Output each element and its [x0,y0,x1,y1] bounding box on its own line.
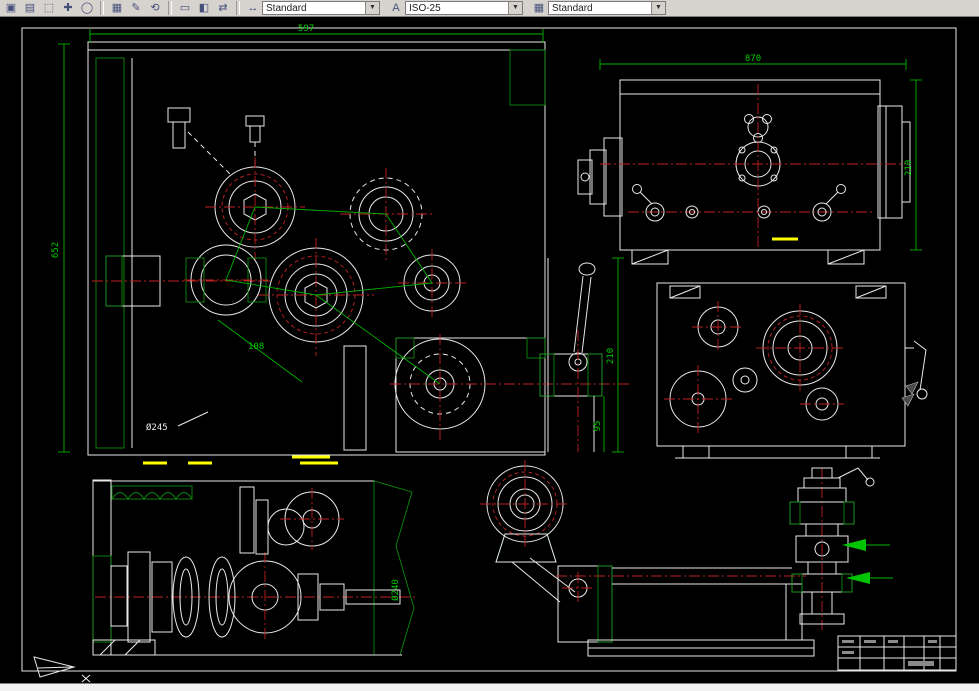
dim-style-value: Standard [266,2,307,14]
drawing-area[interactable]: 597 652 108 Ø245 210 95 870 210 Ø240 [0,17,979,683]
toolbar-separator [236,1,240,15]
dim-210-side-label: 210 [904,160,914,176]
title-block [837,635,957,671]
view-tensioner [480,460,815,657]
view-side-gears [656,282,928,459]
text-style-icon: A [392,1,400,14]
chevron-down-icon[interactable]: ▼ [651,2,665,14]
layer-states-icon[interactable]: ⬚ [40,1,58,16]
toolbar-separator [168,1,172,15]
view-plan: 870 210 [577,54,922,265]
view-shaft-section: Ø240 [92,479,415,656]
table-style-group: ▦ Standard ▼ [530,1,666,16]
sketch-icon[interactable]: ✎ [127,1,145,16]
view-clamp-detail [789,467,893,630]
text-style-combo[interactable]: ISO-25 ▼ [405,1,523,15]
dim-240-label: Ø240 [390,579,401,601]
dim-652-label: 652 [51,242,61,258]
properties-icon[interactable]: ▣ [2,1,20,16]
table-style-combo[interactable]: Standard ▼ [548,1,666,15]
chevron-down-icon[interactable]: ▼ [365,2,379,14]
chevron-down-icon[interactable]: ▼ [508,2,522,14]
undo-icon[interactable]: ⟲ [146,1,164,16]
grid-icon[interactable]: ▦ [108,1,126,16]
dim-210-lever-label: 210 [606,348,616,364]
toolbar: ▣ ▤ ⬚ ✚ ◯ ▦ ✎ ⟲ ▭ ◧ ⇄ ↔ Standard ▼ A ISO… [0,0,979,17]
table-style-value: Standard [552,2,593,14]
point-style-icon[interactable]: ✚ [59,1,77,16]
dim-108-label: 108 [248,342,264,352]
dim-style-combo[interactable]: Standard ▼ [262,1,380,15]
command-line-strip[interactable] [0,683,979,691]
table-style-icon: ▦ [533,1,545,14]
dim-870-label: 870 [745,54,761,64]
view-front-section: 597 652 108 Ø245 210 95 [51,24,632,465]
dim-95-label: 95 [593,421,603,432]
rectangle-icon[interactable]: ▭ [176,1,194,16]
dim-style-icon: ↔ [247,1,259,14]
dim-245-label: Ø245 [146,422,168,433]
dim-style-group: ↔ Standard ▼ [244,1,380,16]
swap-icon[interactable]: ⇄ [214,1,232,16]
toolbar-separator [100,1,104,15]
text-style-value: ISO-25 [409,2,441,14]
sheet-border [21,27,957,672]
circle-icon[interactable]: ◯ [78,1,96,16]
ucs-icon [33,656,91,683]
layers-icon[interactable]: ▤ [21,1,39,16]
dim-597-label: 597 [298,24,314,34]
text-style-group: A ISO-25 ▼ [387,1,523,16]
cad-drawing[interactable]: 597 652 108 Ø245 210 95 870 210 Ø240 [0,17,979,683]
match-properties-icon[interactable]: ◧ [195,1,213,16]
